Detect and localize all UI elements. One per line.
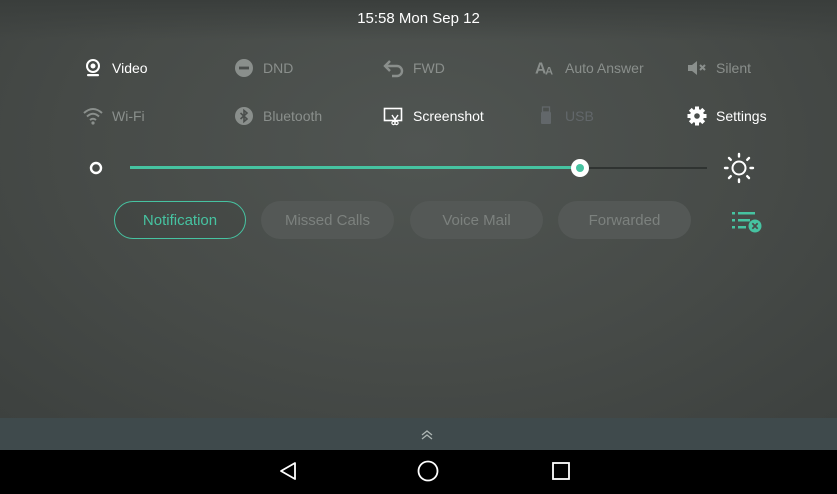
fwd-toggle[interactable]: FWD xyxy=(383,56,445,80)
auto-answer-label: Auto Answer xyxy=(565,60,644,76)
back-triangle-icon xyxy=(277,460,299,487)
back-button[interactable] xyxy=(273,458,303,488)
status-bar: 15:58 Mon Sep 12 xyxy=(0,0,837,40)
recents-square-icon xyxy=(550,460,572,487)
video-toggle[interactable]: Video xyxy=(82,56,148,80)
fwd-label: FWD xyxy=(413,60,445,76)
speaker-mute-icon xyxy=(686,57,708,79)
notification-panel: 15:58 Mon Sep 12 Video DND FWD AA Auto A… xyxy=(0,0,837,418)
chevron-up-icon[interactable] xyxy=(420,428,434,440)
silent-toggle[interactable]: Silent xyxy=(686,56,751,80)
settings-label: Settings xyxy=(716,108,767,124)
status-clock: 15:58 Mon Sep 12 xyxy=(357,10,480,27)
auto-answer-toggle[interactable]: AA Auto Answer xyxy=(535,56,644,80)
dnd-icon xyxy=(233,57,255,79)
wifi-label: Wi-Fi xyxy=(112,108,145,124)
auto-answer-icon: AA xyxy=(535,57,557,79)
forward-icon xyxy=(383,57,405,79)
video-label: Video xyxy=(112,60,148,76)
navigation-bar xyxy=(0,450,837,494)
silent-label: Silent xyxy=(716,60,752,76)
dnd-label: DND xyxy=(263,60,294,76)
home-button[interactable] xyxy=(413,458,443,488)
screenshot-icon xyxy=(383,105,405,127)
bluetooth-label: Bluetooth xyxy=(263,108,323,124)
settings-button[interactable]: Settings xyxy=(686,104,767,128)
usb-label: USB xyxy=(565,108,594,124)
collapse-panel-bar[interactable] xyxy=(0,418,837,450)
tab-missed-calls[interactable]: Missed Calls xyxy=(261,201,394,239)
tab-voice-mail[interactable]: Voice Mail xyxy=(410,201,543,239)
recents-button[interactable] xyxy=(546,458,576,488)
tab-notification[interactable]: Notification xyxy=(114,201,246,239)
wifi-toggle[interactable]: Wi-Fi xyxy=(82,104,145,128)
brightness-min-icon xyxy=(89,161,103,175)
screenshot-label: Screenshot xyxy=(413,108,484,124)
wifi-icon xyxy=(82,105,104,127)
tab-forwarded[interactable]: Forwarded xyxy=(558,201,691,239)
svg-text:A: A xyxy=(545,65,553,77)
dnd-toggle[interactable]: DND xyxy=(233,56,293,80)
bluetooth-icon xyxy=(233,105,255,127)
bluetooth-toggle[interactable]: Bluetooth xyxy=(233,104,322,128)
brightness-max-icon xyxy=(722,152,756,184)
video-camera-icon xyxy=(82,57,104,79)
phone-screen: 15:58 Mon Sep 12 Video DND FWD AA Auto A… xyxy=(0,0,837,494)
gear-icon xyxy=(686,105,708,127)
home-circle-icon xyxy=(416,459,440,488)
usb-toggle[interactable]: USB xyxy=(535,104,594,128)
brightness-slider-fill xyxy=(130,166,581,169)
clear-all-icon[interactable] xyxy=(730,209,764,235)
brightness-slider-thumb[interactable] xyxy=(571,159,590,177)
screenshot-button[interactable]: Screenshot xyxy=(383,104,484,128)
usb-icon xyxy=(535,105,557,127)
